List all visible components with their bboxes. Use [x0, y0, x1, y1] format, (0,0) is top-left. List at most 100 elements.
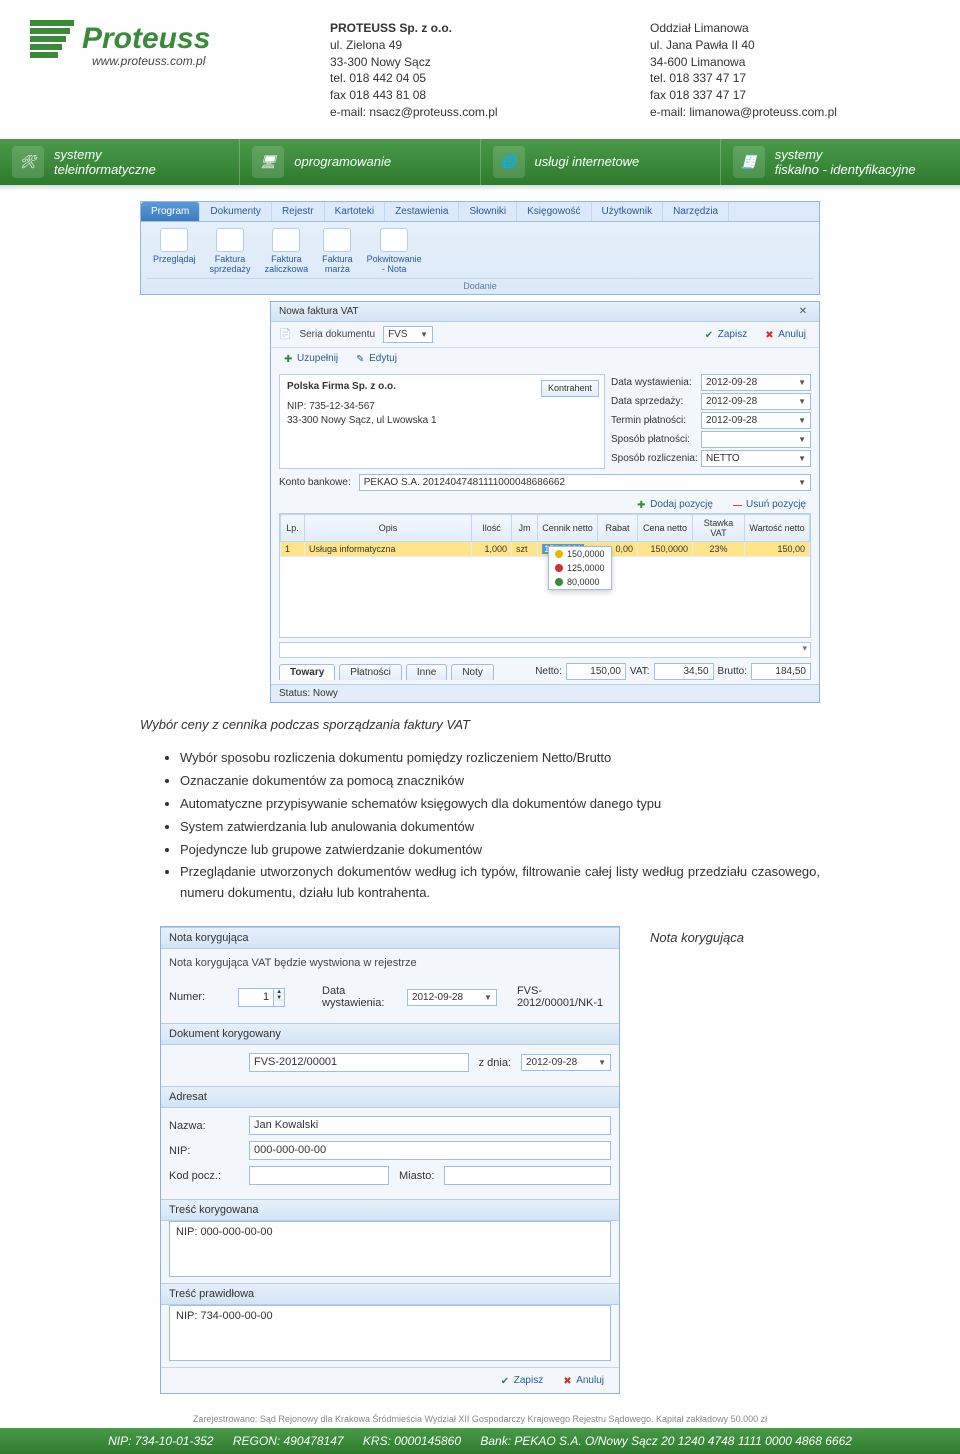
del-pos-button[interactable]: Usuń pozycję [728, 498, 811, 511]
nota-dialog: Nota korygująca Nota korygująca VAT będz… [160, 926, 620, 1394]
grid-row[interactable]: 1 Usługa informatyczna 1,000 szt 150,000… [281, 542, 810, 557]
total-vat: 34,50 [654, 663, 714, 680]
pencil-icon [356, 354, 366, 364]
sposob-rozliczenia[interactable]: NETTO▼ [701, 450, 811, 467]
logo-block: Proteuss ® www.proteuss.com.pl [30, 20, 290, 121]
sposob-platnosci[interactable]: ▼ [701, 431, 811, 448]
dialog-title: Nota korygująca [161, 927, 619, 949]
tk-textarea[interactable]: NIP: 000-000-00-00 [169, 1221, 611, 1277]
plus-icon [637, 500, 647, 510]
section-korygowany: Dokument korygowany [161, 1023, 619, 1045]
feature-item: Pojedyncze lub grupowe zatwierdzanie dok… [180, 840, 820, 861]
section-adresat: Adresat [161, 1086, 619, 1108]
ribbon-btn-faktura-marza[interactable]: Fakturamarża [316, 226, 359, 279]
party-nip: NIP: 735-12-34-567 [287, 400, 597, 414]
ribbon-tab-program[interactable]: Program [141, 202, 200, 221]
nip-input[interactable]: 000-000-00-00 [249, 1141, 611, 1160]
nav-fiskalno[interactable]: 🧾 systemyfiskalno - identyfikacyjne [720, 139, 960, 185]
tab-inne[interactable]: Inne [406, 664, 447, 680]
miasto-input[interactable] [444, 1166, 611, 1185]
totals: Netto:150,00 VAT:34,50 Brutto:184,50 [535, 663, 811, 680]
ribbon-tabs: Program Dokumenty Rejestr Kartoteki Zest… [141, 202, 819, 222]
dlg-save-button[interactable]: Zapisz [496, 1374, 548, 1387]
screenshot-invoice: Program Dokumenty Rejestr Kartoteki Zest… [140, 201, 820, 704]
cancel-button[interactable]: Anuluj [760, 328, 811, 341]
bank-combo[interactable]: PEKAO S.A. 20124047481111000048686662▼ [359, 474, 811, 491]
feature-item: System zatwierdzania lub anulowania doku… [180, 817, 820, 838]
kor-doc-input[interactable]: FVS-2012/00001 [249, 1053, 469, 1072]
nav-teleinformatyczne[interactable]: 🛠 systemyteleinformatyczne [0, 139, 239, 185]
registration-text: Zarejestrowano: Sąd Rejonowy dla Krakowa… [0, 1404, 960, 1428]
series-label: Seria dokumentu [299, 329, 375, 340]
wrench-icon: 🛠 [12, 146, 44, 178]
section-tk: Treść korygowana [161, 1199, 619, 1221]
edytuj-button[interactable]: Edytuj [351, 352, 402, 365]
ribbon: Program Dokumenty Rejestr Kartoteki Zest… [140, 201, 820, 296]
ribbon-tab[interactable]: Kartoteki [325, 202, 385, 221]
price-option[interactable]: 150,0000 [549, 547, 611, 561]
minus-icon [733, 500, 743, 510]
invoice-window: Nowa faktura VAT ✕ 📄 Seria dokumentu FVS… [270, 301, 820, 703]
positions-grid[interactable]: Lp. Opis Ilość Jm Cennik netto Rabat Cen… [279, 513, 811, 638]
kor-date-combo[interactable]: 2012-09-28▼ [521, 1054, 611, 1071]
dialog-note: Nota korygująca VAT będzie wystwiona w r… [161, 949, 619, 977]
spin-down-icon[interactable]: ▼ [274, 995, 284, 1001]
tab-noty[interactable]: Noty [451, 664, 494, 680]
total-brutto: 184,50 [751, 663, 811, 680]
feature-list: Wybór sposobu rozliczenia dokumentu pomi… [140, 748, 820, 904]
company-name: PROTEUSS Sp. z o.o. [330, 20, 610, 37]
page-footer: NIP: 734-10-01-352 REGON: 490478147 KRS:… [0, 1428, 960, 1454]
series-combo[interactable]: FVS▼ [383, 326, 433, 343]
tab-towary[interactable]: Towary [279, 664, 335, 680]
date-termin[interactable]: 2012-09-28▼ [701, 412, 811, 429]
data-wystawienia-combo[interactable]: 2012-09-28▼ [407, 989, 497, 1006]
ribbon-tab[interactable]: Zestawienia [385, 202, 459, 221]
ribbon-tab[interactable]: Narzędzia [663, 202, 729, 221]
screenshot-caption: Wybór ceny z cennika podczas sporządzani… [140, 703, 820, 748]
kontrahent-button[interactable]: Kontrahent [541, 380, 599, 397]
ribbon-tab[interactable]: Użytkownik [592, 202, 664, 221]
date-sprzedazy[interactable]: 2012-09-28▼ [701, 393, 811, 410]
numer-spinner[interactable]: 1 ▲▼ [238, 988, 285, 1007]
date-wystawienia[interactable]: 2012-09-28▼ [701, 374, 811, 391]
price-dropdown[interactable]: 150,0000 125,0000 80,0000 [548, 546, 612, 590]
uzupelnij-button[interactable]: Uzupełnij [279, 352, 343, 365]
feature-item: Przeglądanie utworzonych dokumentów wedł… [180, 862, 820, 904]
price-option[interactable]: 125,0000 [549, 561, 611, 575]
contact-col-1: PROTEUSS Sp. z o.o. ul. Zielona 49 33-30… [330, 20, 610, 121]
register-icon: 🧾 [733, 146, 765, 178]
invoice-icon [323, 228, 351, 252]
price-option[interactable]: 80,0000 [549, 575, 611, 589]
ribbon-tab[interactable]: Dokumenty [200, 202, 272, 221]
logo-bars-icon [30, 20, 74, 58]
tp-textarea[interactable]: NIP: 734-000-00-00 [169, 1305, 611, 1361]
ribbon-btn-pokwitowanie[interactable]: Pokwitowanie- Nota [361, 226, 428, 279]
tab-platnosci[interactable]: Płatności [339, 664, 402, 680]
dot-icon [555, 578, 563, 586]
ribbon-btn-faktura-sprz[interactable]: Fakturasprzedaży [204, 226, 257, 279]
invoice-icon [216, 228, 244, 252]
party-addr: 33-300 Nowy Sącz, ul Lwowska 1 [287, 414, 597, 428]
ribbon-btn-faktura-zal[interactable]: Fakturazaliczkowa [259, 226, 315, 279]
feature-item: Oznaczanie dokumentów za pomocą znacznik… [180, 771, 820, 792]
nav-oprogramowanie[interactable]: 🖥 oprogramowanie [239, 139, 479, 185]
ribbon-tab[interactable]: Księgowość [517, 202, 591, 221]
save-button[interactable]: Zapisz [700, 328, 752, 341]
nazwa-input[interactable]: Jan Kowalski [249, 1116, 611, 1135]
ribbon-tab[interactable]: Słowniki [459, 202, 517, 221]
grid-filter-row[interactable]: ▾ [279, 642, 811, 658]
dlg-side-caption: Nota korygująca [650, 926, 744, 945]
dlg-cancel-button[interactable]: Anuluj [558, 1374, 609, 1387]
add-pos-button[interactable]: Dodaj pozycję [632, 498, 718, 511]
receipt-icon [380, 228, 408, 252]
logo-text: Proteuss [82, 22, 210, 56]
kod-input[interactable] [249, 1166, 389, 1185]
close-icon[interactable]: ✕ [795, 306, 811, 317]
ribbon-tab[interactable]: Rejestr [272, 202, 325, 221]
ribbon-btn-przegladaj[interactable]: Przeglądaj [147, 226, 202, 279]
window-title: Nowa faktura VAT [279, 306, 359, 317]
check-icon [705, 330, 715, 340]
globe-icon: 🌐 [493, 146, 525, 178]
ribbon-group-label: Dodanie [147, 278, 813, 294]
nav-uslugi[interactable]: 🌐 usługi internetowe [480, 139, 720, 185]
